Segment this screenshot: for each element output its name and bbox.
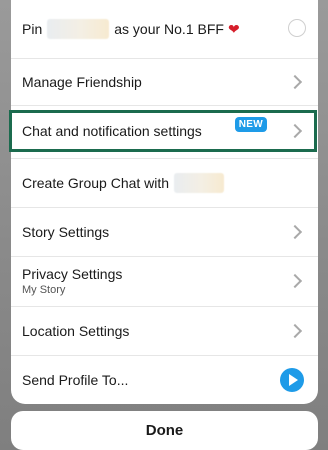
- location-settings-row[interactable]: Location Settings: [11, 307, 318, 354]
- chat-notification-settings-row[interactable]: Chat and notification settings NEW: [11, 109, 318, 153]
- privacy-settings-sublabel: My Story: [22, 284, 66, 296]
- chevron-right-icon: [287, 323, 303, 338]
- send-profile-label: Send Profile To...: [22, 371, 129, 388]
- divider: [11, 105, 318, 106]
- story-settings-label: Story Settings: [22, 224, 110, 240]
- done-button[interactable]: Done: [11, 411, 318, 450]
- heart-icon: ❤: [227, 20, 240, 37]
- chevron-right-icon: [287, 224, 303, 240]
- privacy-settings-row[interactable]: Privacy Settings My Story: [11, 257, 318, 305]
- action-sheet: Pin as your No.1 BFF ❤ Manage Friendship…: [11, 0, 318, 404]
- pin-prefix-label: Pin: [22, 21, 43, 37]
- manage-friendship-label: Manage Friendship: [22, 74, 142, 90]
- pin-suffix-label: as your No.1 BFF: [114, 21, 224, 37]
- create-group-chat-row[interactable]: Create Group Chat with: [11, 159, 318, 206]
- redacted-name: [47, 19, 110, 39]
- send-arrow-icon[interactable]: [280, 367, 304, 392]
- chevron-right-icon: [287, 74, 303, 90]
- privacy-settings-label: Privacy Settings: [22, 266, 123, 282]
- pin-radio[interactable]: [288, 19, 306, 37]
- story-settings-row[interactable]: Story Settings: [11, 208, 318, 256]
- location-settings-label: Location Settings: [22, 322, 130, 339]
- new-badge: NEW: [234, 117, 267, 132]
- pin-bff-row[interactable]: Pin as your No.1 BFF ❤: [11, 0, 318, 58]
- chat-notification-settings-label: Chat and notification settings: [22, 123, 202, 139]
- chevron-right-icon: [287, 123, 303, 139]
- create-group-chat-label: Create Group Chat with: [22, 174, 170, 191]
- manage-friendship-row[interactable]: Manage Friendship: [11, 59, 318, 105]
- send-profile-row[interactable]: Send Profile To...: [11, 356, 318, 403]
- chevron-right-icon: [287, 273, 303, 289]
- redacted-name: [174, 172, 225, 193]
